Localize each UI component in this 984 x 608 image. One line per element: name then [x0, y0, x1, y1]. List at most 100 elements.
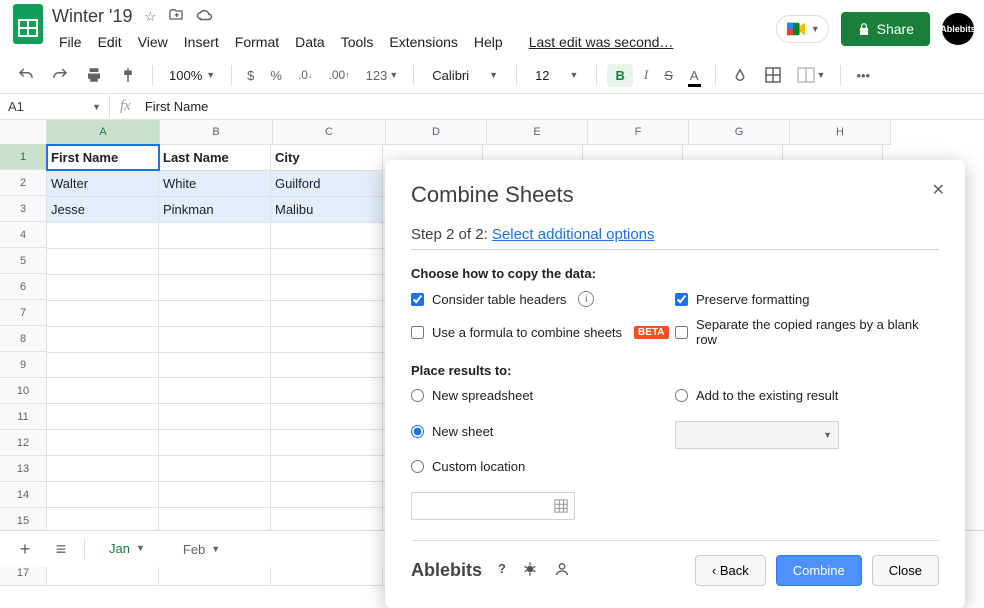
merge-button[interactable]: ▼ — [792, 63, 831, 87]
place-custom[interactable]: Custom location — [411, 459, 675, 474]
place-new-ss[interactable]: New spreadsheet — [411, 388, 675, 403]
cell[interactable] — [47, 430, 159, 456]
cell[interactable] — [271, 300, 383, 326]
percent-button[interactable]: % — [265, 64, 287, 87]
fill-color-button[interactable] — [726, 62, 754, 88]
place-add[interactable]: Add to the existing result — [675, 388, 939, 403]
menu-edit[interactable]: Edit — [91, 31, 129, 53]
font-size-selector[interactable]: 12▼ — [527, 65, 586, 86]
cell[interactable]: Guilford — [271, 170, 383, 196]
custom-location-input[interactable] — [411, 492, 575, 520]
cell[interactable] — [159, 378, 271, 404]
paint-format-button[interactable] — [114, 62, 142, 88]
menu-format[interactable]: Format — [228, 31, 286, 53]
more-button[interactable]: ••• — [851, 64, 875, 87]
col-header-C[interactable]: C — [273, 120, 386, 145]
opt-separate[interactable]: Separate the copied ranges by a blank ro… — [675, 317, 939, 347]
cell[interactable] — [47, 274, 159, 300]
row-header-1[interactable]: 1 — [0, 144, 47, 170]
cell[interactable] — [271, 456, 383, 482]
tab-feb[interactable]: Feb▼ — [169, 536, 234, 563]
cell[interactable] — [47, 222, 159, 248]
row-header-4[interactable]: 4 — [0, 222, 47, 248]
bug-icon[interactable] — [522, 561, 538, 580]
cell[interactable] — [47, 300, 159, 326]
borders-button[interactable] — [760, 63, 786, 87]
row-header-14[interactable]: 14 — [0, 482, 47, 508]
row-header-12[interactable]: 12 — [0, 430, 47, 456]
cell[interactable]: White — [159, 170, 271, 196]
row-header-6[interactable]: 6 — [0, 274, 47, 300]
cell[interactable] — [159, 456, 271, 482]
cell[interactable] — [271, 404, 383, 430]
bold-button[interactable]: B — [607, 64, 632, 87]
last-edit[interactable]: Last edit was second… — [522, 31, 681, 53]
row-header-10[interactable]: 10 — [0, 378, 47, 404]
col-header-B[interactable]: B — [160, 120, 273, 145]
opt-headers[interactable]: Consider table headersi — [411, 291, 675, 307]
num-format-button[interactable]: 123▼ — [361, 64, 404, 87]
cell[interactable] — [159, 352, 271, 378]
col-header-A[interactable]: A — [47, 120, 160, 145]
cell[interactable]: Jesse — [47, 196, 159, 222]
star-icon[interactable]: ☆ — [144, 9, 156, 25]
cell[interactable] — [47, 248, 159, 274]
text-color-button[interactable]: A — [684, 64, 705, 87]
cell[interactable] — [47, 352, 159, 378]
cell[interactable] — [159, 222, 271, 248]
all-sheets-button[interactable]: ≡ — [48, 536, 74, 562]
cell[interactable] — [47, 378, 159, 404]
close-button[interactable]: Close — [872, 555, 939, 586]
undo-button[interactable] — [12, 62, 40, 88]
cell[interactable] — [47, 404, 159, 430]
dec-decrease-button[interactable]: .0↓ — [293, 64, 318, 86]
row-header-2[interactable]: 2 — [0, 170, 47, 196]
cell[interactable] — [159, 326, 271, 352]
cell[interactable] — [271, 430, 383, 456]
cell[interactable] — [271, 378, 383, 404]
help-icon[interactable]: ? — [498, 561, 506, 580]
menu-data[interactable]: Data — [288, 31, 332, 53]
opt-formula[interactable]: Use a formula to combine sheetsBETA — [411, 317, 675, 347]
row-header-7[interactable]: 7 — [0, 300, 47, 326]
cloud-icon[interactable] — [196, 8, 214, 25]
meet-button[interactable]: ▼ — [776, 15, 829, 43]
place-new-sheet[interactable]: New sheet — [411, 413, 675, 449]
row-header-9[interactable]: 9 — [0, 352, 47, 378]
row-header-8[interactable]: 8 — [0, 326, 47, 352]
menu-tools[interactable]: Tools — [334, 31, 381, 53]
cell[interactable] — [159, 404, 271, 430]
cell[interactable] — [271, 248, 383, 274]
dec-increase-button[interactable]: .00↑ — [323, 64, 354, 86]
share-button[interactable]: Share — [841, 12, 930, 46]
sheets-logo[interactable] — [10, 6, 46, 42]
col-header-F[interactable]: F — [588, 120, 689, 145]
col-header-D[interactable]: D — [386, 120, 487, 145]
menu-help[interactable]: Help — [467, 31, 510, 53]
close-icon[interactable]: ✕ — [932, 180, 945, 200]
add-sheet-button[interactable]: + — [12, 536, 38, 562]
back-button[interactable]: ‹ Back — [695, 555, 766, 586]
cell[interactable]: Malibu — [271, 196, 383, 222]
col-header-H[interactable]: H — [790, 120, 891, 145]
cell[interactable] — [159, 274, 271, 300]
redo-button[interactable] — [46, 62, 74, 88]
menu-insert[interactable]: Insert — [177, 31, 226, 53]
cell[interactable] — [47, 456, 159, 482]
col-header-G[interactable]: G — [689, 120, 790, 145]
cell[interactable]: Walter — [47, 170, 159, 196]
doc-title[interactable]: Winter '19 — [52, 6, 132, 27]
cell[interactable] — [159, 430, 271, 456]
cell[interactable] — [271, 482, 383, 508]
cell[interactable]: First Name — [47, 145, 159, 171]
menu-extensions[interactable]: Extensions — [382, 31, 464, 53]
name-box[interactable]: A1▼ — [0, 95, 110, 118]
existing-result-dropdown[interactable]: ▼ — [675, 421, 839, 449]
formula-bar[interactable]: First Name — [141, 95, 213, 118]
cell[interactable] — [271, 352, 383, 378]
font-selector[interactable]: Calibri▼ — [424, 65, 506, 86]
opt-preserve[interactable]: Preserve formatting — [675, 291, 939, 307]
info-icon[interactable]: i — [578, 291, 594, 307]
print-button[interactable] — [80, 62, 108, 88]
strike-button[interactable]: S — [659, 64, 678, 87]
